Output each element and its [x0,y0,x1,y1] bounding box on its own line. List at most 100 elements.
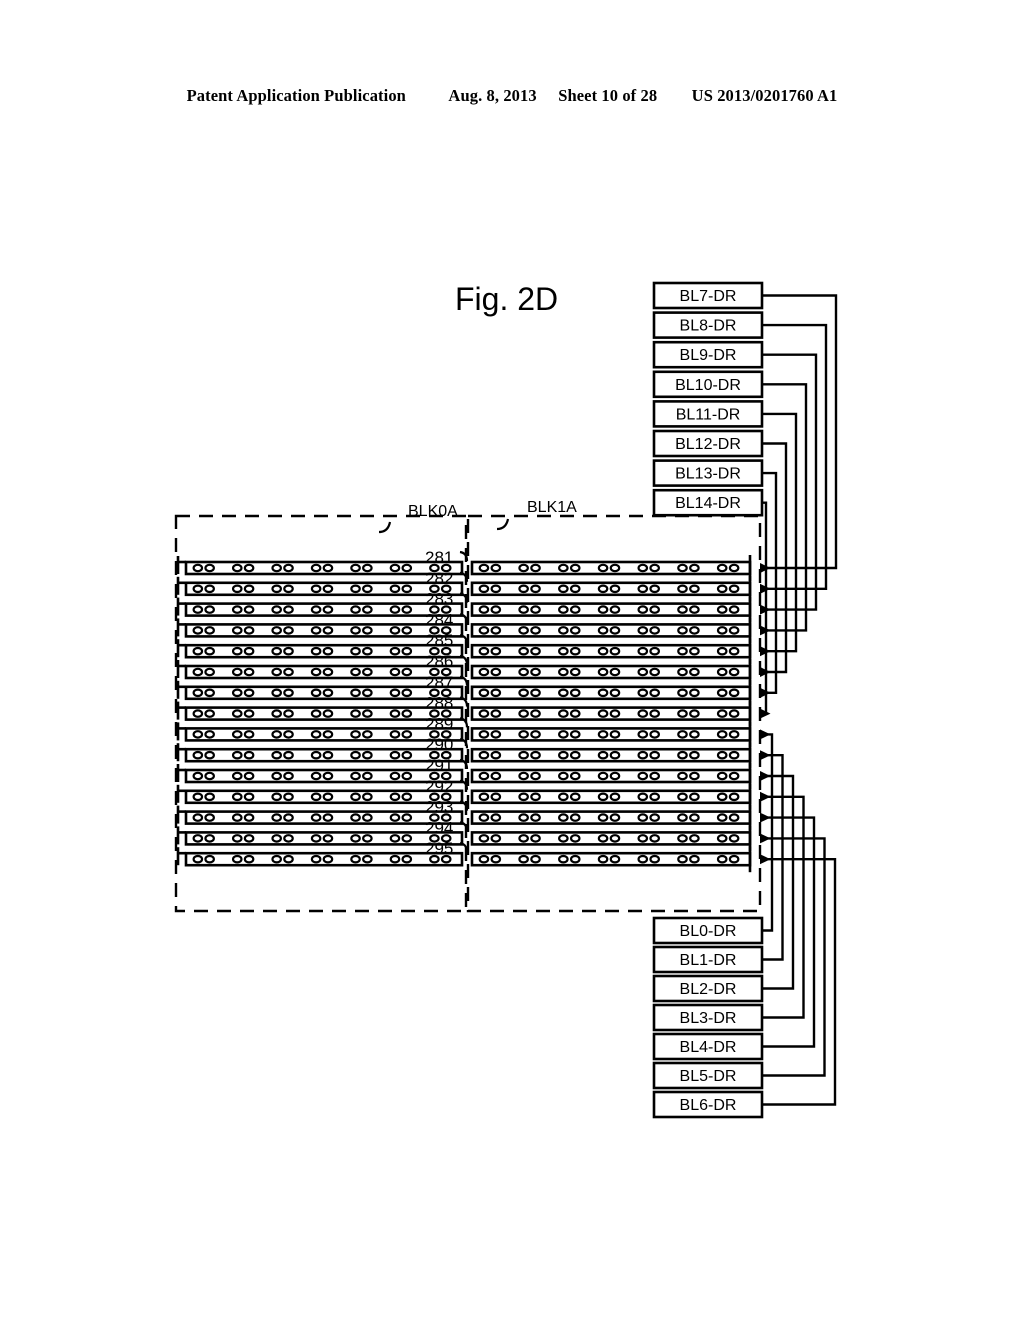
bitline-contact [389,813,401,822]
bitline-290 [176,742,752,769]
bitline-contact [637,771,649,781]
bitline-contact [649,605,660,614]
bitline-contact [231,605,243,614]
driver-label: BL12-DR [675,436,741,453]
bitline-contact [689,667,700,677]
bitline-contact [689,709,700,718]
bitline-contact [689,563,700,573]
driver-box-bl7-dr[interactable]: BL7-DR [652,281,764,310]
driver-box-bl0-dr[interactable]: BL0-DR [652,916,764,945]
driver-box-bl11-dr[interactable]: BL11-DR [652,400,764,428]
driver-box-bl5-dr[interactable]: BL5-DR [652,1061,764,1090]
bitline-contact [271,792,282,802]
bitline-contact [569,730,581,739]
bitline-contact [231,667,243,677]
bitline-contact [401,730,413,739]
bitline-contact [490,646,502,656]
bitline-contact [192,584,204,594]
bitline-contact [558,792,569,802]
bitline-contact [558,771,569,781]
bitline-contact [204,854,215,864]
bitline-contact [728,626,740,635]
bitline-contact [478,646,490,656]
bitline-contact [558,813,569,822]
bitline-contact [490,771,502,781]
bitline-contact [677,771,688,781]
bitline-contact [530,771,541,781]
driver-box-bl13-dr[interactable]: BL13-DR [652,459,764,487]
reference-number-text: 286 [425,652,453,671]
bitline-contact [322,792,334,802]
driver-label: BL5-DR [680,1068,737,1085]
driver-box-bl4-dr[interactable]: BL4-DR [652,1032,764,1061]
bitline-contact [728,750,740,760]
bitline-contact [310,709,322,718]
bitline-contact [569,854,581,864]
bitline-contact [350,563,361,573]
driver-box-bl12-dr[interactable]: BL12-DR [652,429,764,458]
bitline-286 [176,659,752,685]
bitline-contact [597,646,609,656]
bitline-contact [401,834,413,843]
bitline-contact [192,646,204,656]
bitline-contact [569,646,581,656]
bitline-295 [176,846,752,873]
bitline-contact [637,605,649,614]
bitline-contact [597,709,609,718]
bitline-contact [728,771,740,781]
bitline-contact [649,750,660,760]
bitline-contact [322,834,334,843]
bitline-contact [597,813,609,822]
bitline-contact [558,730,569,739]
bitline-contact [569,771,581,781]
bitline-contact [569,813,581,822]
bitline-contact [609,563,621,573]
bitline-contact [389,646,401,656]
bitline-contact [350,667,361,677]
bitline-contact [283,646,294,656]
driver-box-bl14-dr[interactable]: BL14-DR [652,488,764,517]
bitline-contact [490,667,502,677]
bitline-contact [310,813,322,822]
bitline-contact [231,792,243,802]
driver-box-bl1-dr[interactable]: BL1-DR [652,945,764,974]
reference-number-text: 285 [425,631,453,650]
bitline-contact [637,854,649,864]
bitline-contact [401,646,413,656]
driver-box-bl3-dr[interactable]: BL3-DR [652,1003,764,1032]
bitline-contact [569,709,581,718]
bitline-contact [728,584,740,594]
bitline-contact [271,667,282,677]
bitline-contact [597,750,609,760]
block-label-text: BLK0A [408,503,458,520]
bitline-contact [389,563,401,573]
bitline-contact [677,563,688,573]
bitline-contact [728,792,740,802]
bitline-contact [716,854,728,864]
bitline-contact [322,688,334,698]
bitline-contact [310,584,322,594]
bitline-contact [192,730,204,739]
driver-box-bl10-dr[interactable]: BL10-DR [652,370,764,399]
driver-box-bl6-dr[interactable]: BL6-DR [652,1090,764,1119]
driver-label: BL1-DR [680,952,737,969]
driver-label: BL3-DR [680,1010,737,1027]
bitline-contact [243,792,255,802]
bitline-contact [637,813,649,822]
bitline-contact [350,771,361,781]
bitline-contact [518,750,529,760]
driver-box-bl8-dr[interactable]: BL8-DR [652,311,764,339]
driver-box-bl9-dr[interactable]: BL9-DR [652,340,764,369]
bitline-contact [716,626,728,635]
bitline-contact [322,750,334,760]
bitline-contact [389,709,401,718]
driver-box-bl2-dr[interactable]: BL2-DR [652,974,764,1003]
reference-number-text: 293 [425,798,453,817]
bitline-contact [558,854,569,864]
reference-number-text: 291 [425,756,453,775]
bitline-contact [518,854,529,864]
bitline-contact [231,563,243,573]
wire-bl2-dr [760,771,795,990]
bitline-contact [558,750,569,760]
driver-label: BL11-DR [676,406,741,423]
